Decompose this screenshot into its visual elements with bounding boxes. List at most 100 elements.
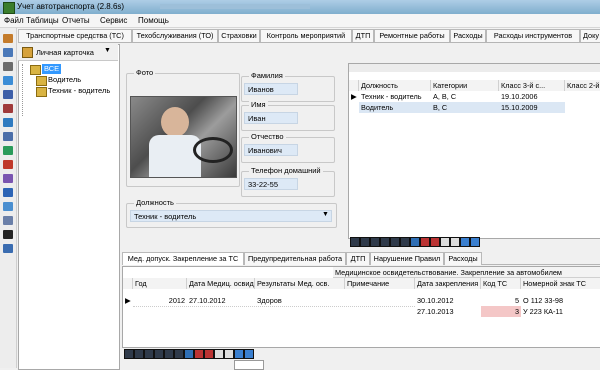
col-year[interactable]: Год <box>133 278 187 289</box>
settings-icon[interactable] <box>3 188 13 197</box>
menu-tables[interactable]: Таблицы <box>26 16 59 25</box>
tab-documents[interactable]: Доку <box>580 29 600 42</box>
grid-cell[interactable]: У 223 КА-11 <box>521 306 600 317</box>
col-note[interactable]: Примечание <box>345 278 415 289</box>
grid-cell[interactable]: 5 <box>481 295 521 306</box>
insert-record-icon[interactable] <box>184 349 194 359</box>
empty-row-cells[interactable] <box>133 306 415 317</box>
patronymic-field[interactable]: Иванович <box>244 144 298 156</box>
tab-vehicles[interactable]: Транспортные средства (ТС) <box>18 29 132 42</box>
prior-page-icon[interactable] <box>360 237 370 247</box>
cancel-icon[interactable] <box>224 349 234 359</box>
tab-expenses-bottom[interactable]: Расходы <box>444 252 482 265</box>
tab-repairs[interactable]: Ремонтные работы <box>374 29 450 42</box>
fuel-icon[interactable] <box>3 160 13 169</box>
tab-violations[interactable]: Нарушение Правил <box>370 252 444 265</box>
refresh-icon[interactable] <box>234 349 244 359</box>
tree-node-all[interactable]: ВСЕ <box>42 64 62 74</box>
filter-icon[interactable] <box>3 216 13 225</box>
list-icon[interactable] <box>3 76 13 85</box>
grid-cell[interactable]: 2012 <box>133 295 187 306</box>
tools-icon[interactable] <box>3 62 13 71</box>
delete-record-icon[interactable] <box>420 237 430 247</box>
post-icon[interactable] <box>440 237 450 247</box>
book-icon[interactable] <box>3 104 13 113</box>
remove-icon[interactable] <box>430 237 440 247</box>
tab-accidents[interactable]: ДТП <box>352 29 374 42</box>
filter-icon[interactable] <box>244 349 254 359</box>
tab-accidents-bottom[interactable]: ДТП <box>346 252 370 265</box>
surname-field[interactable]: Иванов <box>244 83 298 95</box>
grid-cell[interactable]: A, B, C <box>431 91 499 102</box>
menu-reports[interactable]: Отчеты <box>62 16 90 25</box>
personal-card-label[interactable]: Личная карточка <box>36 48 94 57</box>
menu-file[interactable]: Файл <box>4 16 24 25</box>
tree-node-driver[interactable]: Водитель <box>48 75 81 84</box>
next-record-icon[interactable] <box>380 237 390 247</box>
report-icon[interactable] <box>3 132 13 141</box>
med-group-header: Медицинское освидетельствование. Закрепл… <box>333 267 600 278</box>
grid-cell[interactable]: 27.10.2012 <box>187 295 255 306</box>
grid-cell[interactable]: B, C <box>431 102 499 113</box>
position-dropdown-icon[interactable]: ▼ <box>322 211 329 218</box>
tree-node-tech-driver[interactable]: Техник - водитель <box>48 86 110 95</box>
grid-cell[interactable]: Техник - водитель <box>359 91 431 102</box>
col-class3[interactable]: Класс 3-й с... <box>499 80 565 91</box>
print-icon[interactable] <box>3 244 13 253</box>
prior-page-icon[interactable] <box>134 349 144 359</box>
filter-icon[interactable] <box>470 237 480 247</box>
first-record-icon[interactable] <box>124 349 134 359</box>
chart-icon[interactable] <box>3 174 13 183</box>
cancel-icon[interactable] <box>450 237 460 247</box>
post-icon[interactable] <box>214 349 224 359</box>
phone-field[interactable]: 33-22-55 <box>244 178 298 190</box>
last-record-icon[interactable] <box>400 237 410 247</box>
grid-cell[interactable]: Здоров <box>255 295 345 306</box>
last-record-icon[interactable] <box>174 349 184 359</box>
undo-icon[interactable] <box>3 202 13 211</box>
prior-record-icon[interactable] <box>144 349 154 359</box>
dropdown-arrow-icon[interactable]: ▼ <box>104 47 111 54</box>
menu-service[interactable]: Сервис <box>100 16 127 25</box>
remove-icon[interactable] <box>204 349 214 359</box>
grid-cell-highlighted[interactable]: 3 <box>481 306 521 317</box>
col-position[interactable]: Должность <box>359 80 431 91</box>
col-plate[interactable]: Номерной знак ТС <box>521 278 600 289</box>
tab-events-control[interactable]: Контроль мероприятий <box>260 29 352 42</box>
tab-expenses[interactable]: Расходы <box>450 29 486 42</box>
grid-cell[interactable]: Водитель <box>359 102 431 113</box>
car-icon[interactable] <box>3 34 13 43</box>
col-class2[interactable]: Класс 2-й <box>565 80 600 91</box>
tab-tool-expenses[interactable]: Расходы инструментов <box>486 29 580 42</box>
first-record-icon[interactable] <box>350 237 360 247</box>
delete-record-icon[interactable] <box>194 349 204 359</box>
binoculars-icon[interactable] <box>3 230 13 239</box>
tab-maintenance[interactable]: Техобслуживания (ТО) <box>132 29 218 42</box>
position-select[interactable]: Техник - водитель <box>130 210 332 222</box>
document-icon[interactable] <box>3 90 13 99</box>
prior-record-icon[interactable] <box>370 237 380 247</box>
col-vehicle-code[interactable]: Код ТС <box>481 278 521 289</box>
col-fix-date[interactable]: Дата закрепления <box>415 278 481 289</box>
insert-record-icon[interactable] <box>410 237 420 247</box>
col-med-result[interactable]: Результаты Мед. осв. <box>255 278 345 289</box>
tab-insurance[interactable]: Страховки <box>218 29 260 42</box>
grid-cell[interactable]: 30.10.2012 <box>415 295 481 306</box>
next-page-icon[interactable] <box>390 237 400 247</box>
next-record-icon[interactable] <box>154 349 164 359</box>
col-categories[interactable]: Категории <box>431 80 499 91</box>
card-icon[interactable] <box>3 118 13 127</box>
grid-cell[interactable]: О 112 33-98 <box>521 295 600 306</box>
menu-help[interactable]: Помощь <box>138 16 169 25</box>
col-med-date[interactable]: Дата Медиц. освид. <box>187 278 255 289</box>
grid-cell[interactable]: 15.10.2009 <box>499 102 565 113</box>
grid-cell[interactable]: 19.10.2006 <box>499 91 565 102</box>
tab-med-admission[interactable]: Мед. допуск. Закрепление за ТС <box>122 252 244 265</box>
calendar-icon[interactable] <box>3 146 13 155</box>
grid-cell[interactable]: 27.10.2013 <box>415 306 481 317</box>
tab-preventive[interactable]: Предупредительная работа <box>244 252 346 265</box>
name-field[interactable]: Иван <box>244 112 298 124</box>
next-page-icon[interactable] <box>164 349 174 359</box>
refresh-icon[interactable] <box>460 237 470 247</box>
users-icon[interactable] <box>3 48 13 57</box>
